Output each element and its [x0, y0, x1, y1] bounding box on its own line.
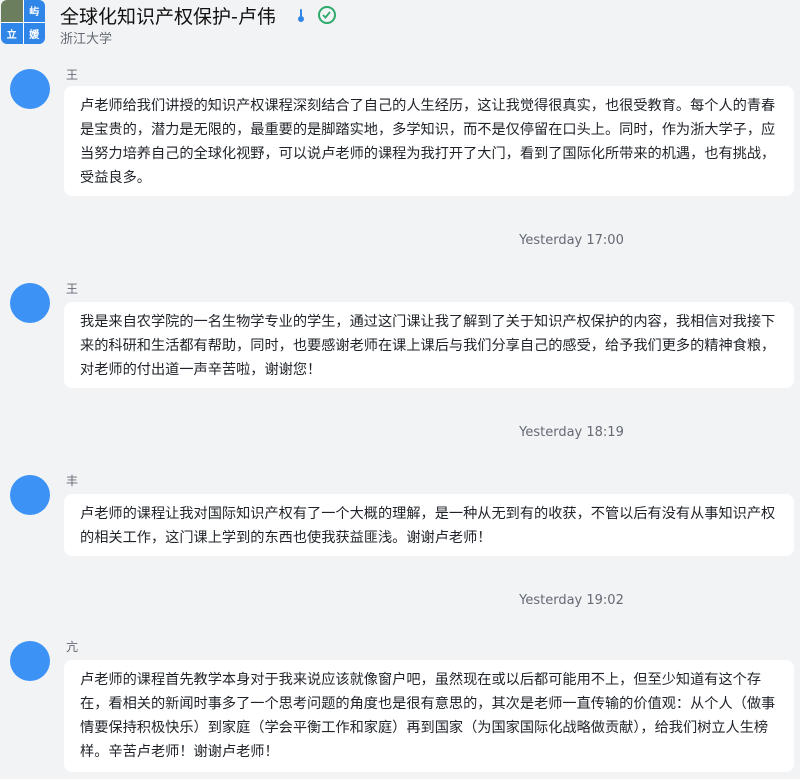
- thermometer-icon[interactable]: [297, 9, 304, 22]
- message-bubble[interactable]: 卢老师的课程首先教学本身对于我来说应该就像窗户吧，虽然现在或以后都可能用不上，但…: [64, 660, 794, 772]
- group-avatar-cell: 媛: [23, 22, 45, 44]
- message-bubble[interactable]: 卢老师的课程让我对国际知识产权有了一个大概的理解，是一种从无到有的收获，不管以后…: [64, 494, 794, 556]
- avatar[interactable]: [10, 641, 50, 681]
- timestamp: Yesterday 17:00: [519, 233, 624, 248]
- chat-subtitle: 浙江大学: [60, 32, 113, 47]
- verified-check-icon[interactable]: [317, 6, 336, 24]
- timestamp: Yesterday 19:02: [519, 593, 624, 608]
- group-avatar[interactable]: 屿 立 媛: [1, 0, 45, 44]
- title-row: 全球化知识产权保护-卢伟: [60, 2, 336, 28]
- avatar[interactable]: [10, 283, 50, 323]
- message-bubble[interactable]: 卢老师给我们讲授的知识产权课程深刻结合了自己的人生经历，这让我觉得很真实，也很受…: [64, 86, 794, 196]
- sender-name: 王: [66, 68, 79, 82]
- avatar[interactable]: [10, 69, 50, 109]
- group-avatar-cell: 屿: [23, 0, 45, 22]
- message-bubble[interactable]: 我是来自农学院的一名生物学专业的学生，通过这门课让我了解到了关于知识产权保护的内…: [64, 302, 794, 388]
- chat-header: 屿 立 媛 全球化知识产权保护-卢伟 浙江大学: [0, 0, 800, 54]
- sender-name: 王: [66, 282, 79, 296]
- avatar[interactable]: [10, 475, 50, 515]
- chat-title[interactable]: 全球化知识产权保护-卢伟: [60, 2, 276, 29]
- sender-name: 丰: [66, 474, 79, 488]
- group-avatar-photo: [1, 0, 23, 22]
- timestamp: Yesterday 18:19: [519, 425, 624, 440]
- group-avatar-cell: 立: [1, 22, 23, 44]
- sender-name: 亢: [66, 640, 79, 654]
